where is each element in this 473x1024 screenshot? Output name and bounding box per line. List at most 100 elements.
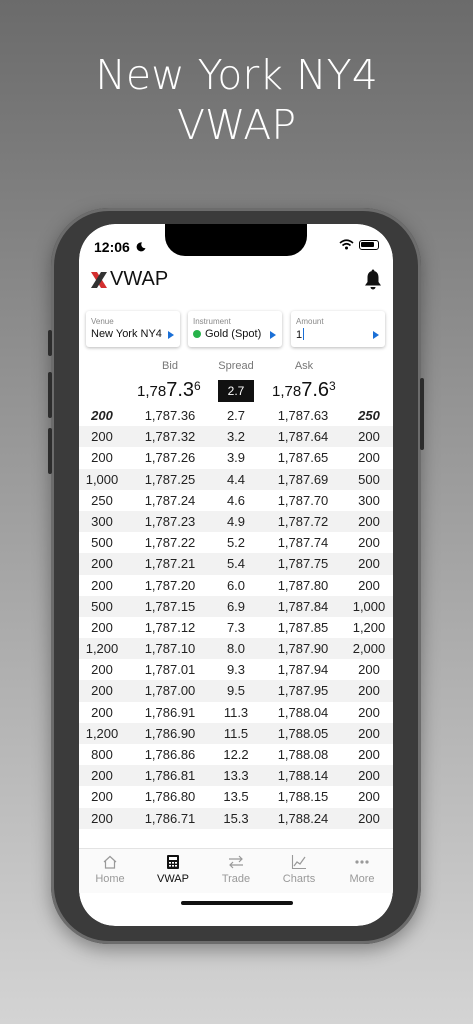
best-ask-big-figure: 7.6 <box>301 379 330 401</box>
table-row[interactable]: 200 1,786.71 15.3 1,788.24 200 <box>79 807 393 829</box>
cell-ask-price: 1,787.94 <box>277 662 329 678</box>
table-row[interactable]: 200 1,787.21 5.4 1,787.75 200 <box>79 553 393 575</box>
cell-bid-size: 200 <box>91 768 113 784</box>
table-row[interactable]: 200 1,787.01 9.3 1,787.94 200 <box>79 659 393 680</box>
cell-bid-size: 500 <box>91 535 113 551</box>
cell-ask-size: 200 <box>358 683 380 699</box>
status-dot-icon <box>193 330 201 338</box>
cell-bid-size: 200 <box>91 619 113 635</box>
selector-bar: Venue New York NY4 Instrument Gold (Spot… <box>86 311 386 347</box>
cell-ask-price: 1,787.69 <box>277 471 329 487</box>
table-row[interactable]: 200 1,786.81 13.3 1,788.14 200 <box>79 765 393 787</box>
instrument-selector[interactable]: Instrument Gold (Spot) <box>188 311 282 347</box>
cell-bid-price: 1,787.32 <box>144 429 196 445</box>
cell-ask-price: 1,787.63 <box>277 408 329 423</box>
notifications-bell-icon[interactable] <box>363 269 383 291</box>
phone-side-button-silent <box>48 330 52 356</box>
amount-field[interactable]: Amount 1 <box>291 311 385 347</box>
status-time: 12:06 <box>94 239 146 255</box>
table-row[interactable]: 1,000 1,787.25 4.4 1,787.69 500 <box>79 468 393 490</box>
tab-charts[interactable]: Charts <box>268 849 330 893</box>
cell-ask-price: 1,787.74 <box>277 535 329 551</box>
amount-value-wrap: 1 <box>296 328 305 341</box>
table-row[interactable]: 200 1,787.12 7.3 1,787.85 1,200 <box>79 617 393 638</box>
cell-ask-size: 1,000 <box>352 598 386 614</box>
swap-arrows-icon <box>229 855 243 869</box>
cell-spread: 9.3 <box>226 662 246 678</box>
home-icon <box>103 855 117 869</box>
cell-ask-size: 200 <box>358 450 380 466</box>
tab-more[interactable]: More <box>331 849 393 893</box>
table-row[interactable]: 1,200 1,786.90 11.5 1,788.05 200 <box>79 722 393 744</box>
text-cursor <box>303 328 305 340</box>
cell-bid-price: 1,786.71 <box>144 810 196 826</box>
calculator-icon <box>167 855 179 869</box>
cell-ask-size: 2,000 <box>352 641 386 657</box>
table-row[interactable]: 800 1,786.86 12.2 1,788.08 200 <box>79 744 393 765</box>
tab-home[interactable]: Home <box>79 849 141 893</box>
table-row[interactable]: 500 1,787.15 6.9 1,787.84 1,000 <box>79 595 393 617</box>
cell-bid-size: 200 <box>91 408 113 423</box>
table-row[interactable]: 200 1,787.36 2.7 1,787.63 250 <box>79 405 393 426</box>
best-ask-price[interactable]: 1,787.63 <box>272 379 336 402</box>
amount-label: Amount <box>296 317 324 326</box>
wifi-icon <box>339 239 354 250</box>
table-row[interactable]: 200 1,787.32 3.2 1,787.64 200 <box>79 426 393 448</box>
amount-arrow-icon <box>373 331 379 339</box>
table-row[interactable]: 1,200 1,787.10 8.0 1,787.90 2,000 <box>79 638 393 660</box>
cell-ask-size: 200 <box>358 725 380 741</box>
cell-bid-price: 1,787.10 <box>144 641 196 657</box>
cell-ask-price: 1,788.04 <box>277 704 329 720</box>
phone-side-button-volume-down <box>48 428 52 474</box>
cell-bid-size: 200 <box>91 556 113 572</box>
venue-selector[interactable]: Venue New York NY4 <box>86 311 180 347</box>
cell-bid-size: 200 <box>91 429 113 445</box>
best-bid-prefix: 1,78 <box>137 383 167 400</box>
best-spread-badge: 2.7 <box>218 380 254 402</box>
best-ask-prefix: 1,78 <box>272 383 302 400</box>
cell-spread: 4.9 <box>226 513 246 529</box>
instrument-value-wrap: Gold (Spot) <box>193 328 261 340</box>
cell-ask-size: 200 <box>358 810 380 826</box>
cell-ask-price: 1,787.75 <box>277 556 329 572</box>
table-row[interactable]: 250 1,787.24 4.6 1,787.70 300 <box>79 490 393 511</box>
top-of-book: 1,787.36 2.7 1,787.63 <box>79 377 393 405</box>
table-row[interactable]: 500 1,787.22 5.2 1,787.74 200 <box>79 532 393 553</box>
cell-ask-size: 250 <box>358 408 380 423</box>
best-bid-price[interactable]: 1,787.36 <box>137 379 201 402</box>
tab-more-label: More <box>349 873 375 885</box>
cell-bid-price: 1,787.12 <box>144 619 196 635</box>
column-header-bid: Bid <box>162 360 178 372</box>
app-screen: 12:06 VWAP Venue New York NY4 Instrument… <box>79 224 393 926</box>
cell-ask-price: 1,787.64 <box>277 429 329 445</box>
cell-spread: 13.3 <box>223 768 249 784</box>
table-row[interactable]: 300 1,787.23 4.9 1,787.72 200 <box>79 510 393 533</box>
cell-bid-price: 1,786.86 <box>144 747 196 762</box>
line-chart-icon <box>291 855 306 870</box>
cell-ask-size: 200 <box>358 704 380 720</box>
app-logo-icon <box>91 272 107 288</box>
cell-bid-size: 1,200 <box>85 641 119 657</box>
cell-bid-price: 1,787.01 <box>144 662 196 678</box>
cell-spread: 6.9 <box>226 598 246 614</box>
cell-bid-size: 200 <box>91 577 113 593</box>
cell-spread: 15.3 <box>223 810 249 826</box>
table-row[interactable]: 200 1,787.20 6.0 1,787.80 200 <box>79 575 393 596</box>
notch <box>165 224 307 256</box>
cell-ask-price: 1,788.15 <box>277 789 329 805</box>
table-row[interactable]: 200 1,786.91 11.3 1,788.04 200 <box>79 702 393 723</box>
tab-trade[interactable]: Trade <box>205 849 267 893</box>
promo-line-1: New York NY4 <box>95 51 378 99</box>
tab-home-label: Home <box>95 873 125 885</box>
cell-ask-price: 1,787.95 <box>277 683 329 699</box>
table-row[interactable]: 200 1,786.80 13.5 1,788.15 200 <box>79 786 393 807</box>
phone-side-button-volume-up <box>48 372 52 418</box>
tab-vwap[interactable]: VWAP <box>142 849 204 893</box>
tab-vwap-label: VWAP <box>157 873 189 885</box>
cell-bid-price: 1,786.81 <box>144 768 196 784</box>
table-row[interactable]: 200 1,787.00 9.5 1,787.95 200 <box>79 680 393 702</box>
cell-ask-price: 1,788.24 <box>277 810 329 826</box>
cell-ask-price: 1,787.90 <box>277 641 329 657</box>
table-row[interactable]: 200 1,787.26 3.9 1,787.65 200 <box>79 447 393 468</box>
cell-spread: 8.0 <box>226 641 246 657</box>
